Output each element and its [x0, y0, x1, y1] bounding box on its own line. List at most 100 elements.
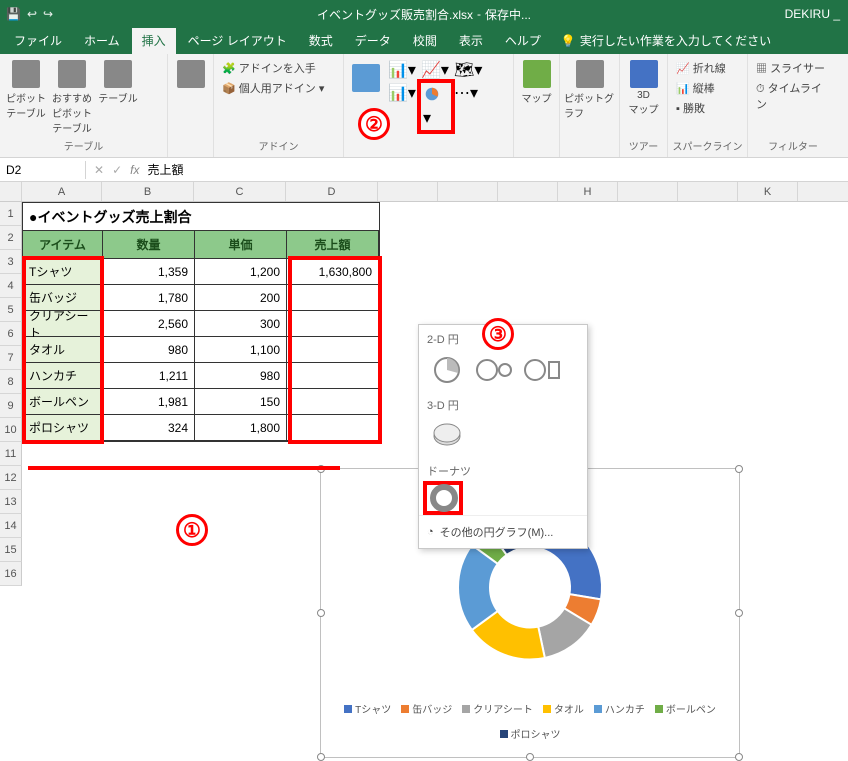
addin-icon: 📦	[222, 83, 236, 95]
row-header[interactable]: 3	[0, 250, 22, 274]
group-spark-label: スパークライン	[672, 136, 743, 155]
row-header[interactable]: 8	[0, 370, 22, 394]
pivotchart-button[interactable]: ピボットグラフ	[564, 56, 615, 120]
col-header[interactable]	[618, 182, 678, 201]
row-header[interactable]: 12	[0, 466, 22, 490]
table-label: テーブル	[98, 90, 137, 105]
pivotchart-icon	[576, 60, 604, 88]
tab-home[interactable]: ホーム	[74, 27, 130, 54]
sparkline-wl-button[interactable]: ▪ 勝敗	[676, 100, 726, 116]
fx-icon[interactable]: fx	[130, 163, 139, 177]
slicer-button[interactable]: ▦ スライサー	[756, 60, 830, 76]
row-header[interactable]: 13	[0, 490, 22, 514]
save-icon[interactable]: 💾	[6, 7, 21, 21]
recommended-pivot-button[interactable]: おすすめ ピボットテーブル	[50, 56, 94, 135]
col-header[interactable]	[378, 182, 438, 201]
pie-2d-option[interactable]	[427, 353, 467, 387]
map-label: マップ	[522, 90, 552, 105]
scatter-chart-button[interactable]: ⋯▾	[454, 83, 484, 130]
formula-bar[interactable]: 売上額	[147, 161, 183, 178]
map-button[interactable]: マップ	[518, 56, 555, 105]
row-header[interactable]: 10	[0, 418, 22, 442]
bar-chart-button[interactable]: 📊▾	[388, 83, 418, 130]
row-header[interactable]: 15	[0, 538, 22, 562]
col-header[interactable]: K	[738, 182, 798, 201]
col-header[interactable]	[438, 182, 498, 201]
undo-icon[interactable]: ↩	[27, 7, 37, 21]
tab-review[interactable]: 校閲	[403, 27, 447, 54]
doc-state: 保存中...	[485, 6, 531, 23]
name-box[interactable]: D2	[0, 161, 86, 179]
row-header[interactable]: 1	[0, 202, 22, 226]
account-user[interactable]: DEKIRU _	[785, 7, 840, 21]
group-tables-label: テーブル	[4, 136, 163, 155]
col-header[interactable]	[678, 182, 738, 201]
table-cell	[287, 415, 379, 441]
row-header[interactable]: 6	[0, 322, 22, 346]
col-header[interactable]: A	[22, 182, 102, 201]
table-row[interactable]: Tシャツ1,3591,2001,630,800	[23, 259, 379, 285]
table-row[interactable]: タオル9801,100	[23, 337, 379, 363]
table-button[interactable]: テーブル	[96, 56, 140, 105]
tell-me[interactable]: 💡 実行したい作業を入力してください	[553, 27, 779, 54]
pivottable-button[interactable]: ピボット テーブル	[4, 56, 48, 120]
row-header[interactable]: 4	[0, 274, 22, 298]
timeline-button[interactable]: ⏱ タイムライン	[756, 80, 830, 112]
annotation-3: ③	[482, 318, 514, 350]
doughnut-option[interactable]	[423, 481, 463, 515]
map3d-button[interactable]: 3D マップ	[624, 56, 663, 116]
row-header[interactable]: 2	[0, 226, 22, 250]
line-chart-button[interactable]: 📈▾	[421, 60, 451, 80]
my-addins-label: 個人用アドイン	[239, 83, 316, 95]
row-header[interactable]: 7	[0, 346, 22, 370]
sparkline-wl-label: 勝敗	[683, 103, 705, 115]
table-cell	[287, 285, 379, 311]
legend-item: クリアシート	[462, 701, 533, 716]
enter-icon[interactable]: ✓	[112, 163, 122, 177]
cancel-icon[interactable]: ✕	[94, 163, 104, 177]
row-header[interactable]: 9	[0, 394, 22, 418]
pie-3d-option[interactable]	[427, 419, 467, 453]
tab-formulas[interactable]: 数式	[299, 27, 343, 54]
row-header[interactable]: 16	[0, 562, 22, 586]
table-row[interactable]: ハンカチ1,211980	[23, 363, 379, 389]
pie-icon	[423, 85, 441, 103]
illustrations-button[interactable]	[172, 56, 209, 88]
tab-view[interactable]: 表示	[449, 27, 493, 54]
col-header[interactable]: H	[558, 182, 618, 201]
col-header[interactable]: C	[194, 182, 286, 201]
row-header[interactable]: 14	[0, 514, 22, 538]
recommended-charts-button[interactable]	[348, 60, 384, 92]
row-header[interactable]: 5	[0, 298, 22, 322]
tab-data[interactable]: データ	[345, 27, 401, 54]
data-table[interactable]: ●イベントグッズ売上割合 アイテム数量単価売上額 Tシャツ1,3591,2001…	[22, 202, 380, 442]
sparkline-line-button[interactable]: 📈 折れ線	[676, 60, 726, 76]
my-addins-button[interactable]: 📦 個人用アドイン ▾	[222, 80, 324, 96]
table-row[interactable]: ポロシャツ3241,800	[23, 415, 379, 441]
table-row[interactable]: ボールペン1,981150	[23, 389, 379, 415]
col-header[interactable]: B	[102, 182, 194, 201]
col-header[interactable]	[498, 182, 558, 201]
table-icon	[104, 60, 132, 88]
table-cell: ボールペン	[23, 389, 103, 415]
pie-chart-button[interactable]: ▾	[417, 79, 455, 134]
bar-of-pie-option[interactable]	[523, 353, 563, 387]
tab-file[interactable]: ファイル	[4, 27, 72, 54]
table-cell	[287, 311, 379, 337]
row-header[interactable]: 11	[0, 442, 22, 466]
table-cell: ハンカチ	[23, 363, 103, 389]
col-header[interactable]: D	[286, 182, 378, 201]
tab-layout[interactable]: ページ レイアウト	[178, 27, 297, 54]
pie-of-pie-option[interactable]	[475, 353, 515, 387]
sparkline-col-button[interactable]: 📊 縦棒	[676, 80, 726, 96]
redo-icon[interactable]: ↪	[43, 7, 53, 21]
more-pie-charts[interactable]: ◔ その他の円グラフ(M)...	[419, 515, 587, 548]
column-chart-button[interactable]: 📊▾	[388, 60, 418, 80]
area-chart-button[interactable]: 🗺▾	[454, 60, 484, 80]
pivottable-label: ピボット テーブル	[6, 90, 46, 120]
tab-insert[interactable]: 挿入	[132, 27, 176, 54]
table-row[interactable]: クリアシート2,560300	[23, 311, 379, 337]
tab-help[interactable]: ヘルプ	[495, 27, 551, 54]
get-addins-button[interactable]: 🧩 アドインを入手	[222, 60, 324, 76]
table-cell: 980	[103, 337, 195, 363]
